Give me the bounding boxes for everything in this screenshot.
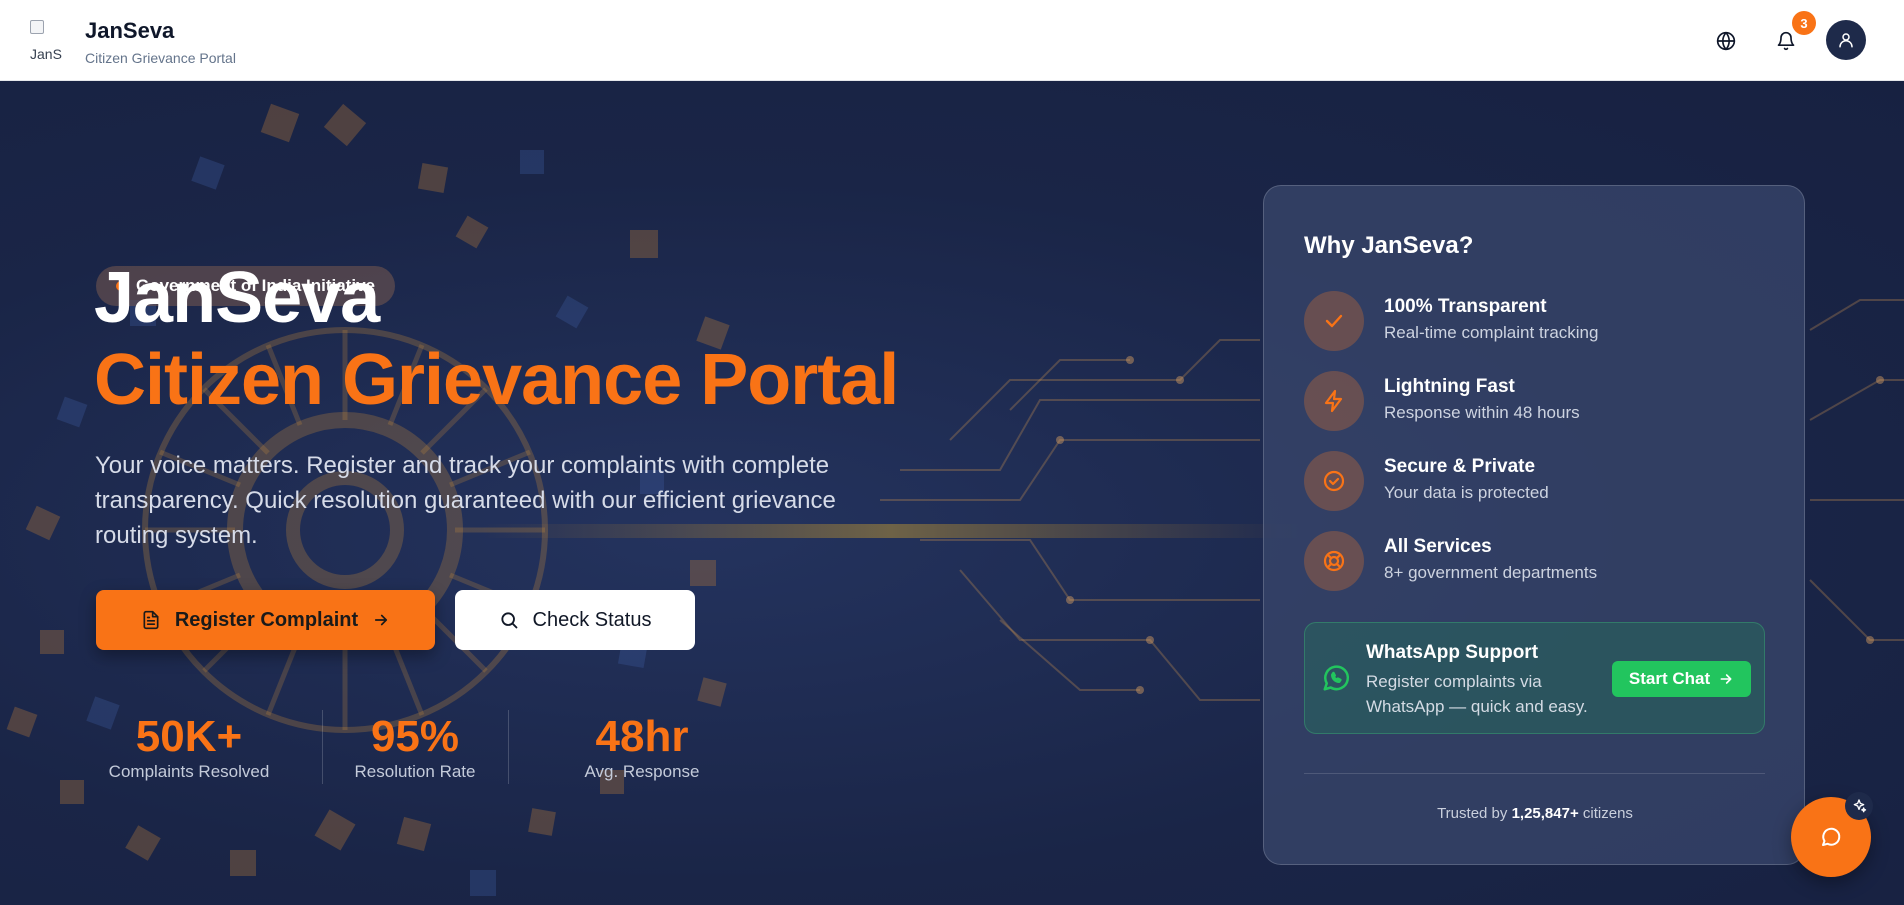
logo-image[interactable]: JanS — [30, 20, 70, 60]
arrow-right-icon — [1720, 674, 1732, 684]
stat-resolution-rate: 95% Resolution Rate — [352, 712, 478, 782]
check-status-label: Check Status — [532, 608, 652, 631]
language-globe-button[interactable] — [1709, 24, 1743, 58]
stat-divider — [508, 710, 509, 784]
bell-icon — [1777, 31, 1795, 51]
logo-alt-text: JanS — [30, 46, 62, 60]
start-chat-button[interactable]: Start Chat — [1612, 661, 1751, 697]
stat-value: 48hr — [595, 712, 689, 761]
start-chat-label: Start Chat — [1628, 669, 1711, 688]
sparkle-icon — [1853, 799, 1867, 813]
register-complaint-label: Register Complaint — [174, 608, 359, 631]
chat-bubble-icon — [1822, 827, 1841, 846]
feature-desc: Real-time complaint tracking — [1384, 323, 1599, 342]
stat-avg-response: 48hr Avg. Response — [580, 712, 704, 782]
stat-value: 50K+ — [135, 712, 243, 761]
brand-subtitle: Citizen Grievance Portal — [85, 50, 236, 66]
hero-subtitle: Citizen Grievance Portal — [94, 340, 899, 420]
feature-title: 100% Transparent — [1384, 296, 1547, 317]
shield-check-icon — [1323, 470, 1345, 492]
card-title: Why JanSeva? — [1304, 232, 1474, 259]
register-complaint-button[interactable]: Register Complaint — [96, 590, 435, 650]
stat-divider — [322, 710, 323, 784]
feature-icon-circle — [1304, 531, 1364, 591]
why-janseva-card: Why JanSeva? 100% Transparent Real-time … — [1263, 185, 1805, 865]
check-status-button[interactable]: Check Status — [455, 590, 695, 650]
feature-icon-circle — [1304, 451, 1364, 511]
ai-sparkle-badge — [1845, 792, 1873, 820]
check-icon — [1325, 314, 1343, 328]
user-avatar-button[interactable] — [1826, 20, 1866, 60]
globe-icon — [1716, 31, 1736, 51]
stat-complaints-resolved: 50K+ Complaints Resolved — [108, 712, 270, 782]
trust-suffix: citizens — [1582, 805, 1633, 822]
brand-title[interactable]: JanSeva — [85, 18, 174, 44]
document-icon — [143, 610, 159, 630]
broken-image-icon — [30, 20, 44, 34]
trust-count: 1,25,847+ — [1511, 805, 1579, 822]
stat-label: Complaints Resolved — [108, 762, 270, 781]
feature-icon-circle — [1304, 291, 1364, 351]
lifebuoy-icon — [1323, 550, 1345, 572]
trust-line: Trusted by 1,25,847+ citizens — [1264, 805, 1806, 822]
stat-label: Resolution Rate — [354, 762, 476, 781]
top-header: JanS JanSeva Citizen Grievance Portal 3 — [0, 0, 1904, 81]
user-icon — [1839, 33, 1853, 48]
feature-fast: Lightning Fast Response within 48 hours — [1304, 371, 1774, 433]
feature-title: All Services — [1384, 536, 1492, 557]
search-icon — [500, 612, 517, 629]
feature-secure: Secure & Private Your data is protected — [1304, 451, 1774, 513]
card-divider — [1304, 773, 1765, 774]
feature-desc: Response within 48 hours — [1384, 403, 1580, 422]
stat-value: 95% — [370, 712, 460, 761]
feature-title: Secure & Private — [1384, 456, 1536, 477]
feature-icon-circle — [1304, 371, 1364, 431]
trust-prefix: Trusted by — [1437, 805, 1508, 822]
stat-label: Avg. Response — [584, 762, 700, 781]
feature-all-services: All Services 8+ government departments — [1304, 531, 1774, 593]
hero-description: Your voice matters. Register and track y… — [95, 452, 836, 549]
whatsapp-title: WhatsApp Support — [1366, 642, 1539, 663]
feature-desc: 8+ government departments — [1384, 563, 1598, 582]
whatsapp-support-box: WhatsApp Support Register complaints via… — [1304, 622, 1765, 734]
arrow-right-icon — [375, 614, 388, 626]
feature-desc: Your data is protected — [1384, 483, 1549, 502]
whatsapp-icon — [1323, 665, 1350, 691]
lightning-icon — [1324, 389, 1343, 413]
whatsapp-desc: Register complaints via WhatsApp — quick… — [1366, 672, 1588, 716]
notification-count-badge: 3 — [1792, 11, 1816, 35]
hero-title: JanSeva — [94, 258, 380, 338]
feature-title: Lightning Fast — [1384, 376, 1515, 397]
feature-transparent: 100% Transparent Real-time complaint tra… — [1304, 291, 1774, 353]
